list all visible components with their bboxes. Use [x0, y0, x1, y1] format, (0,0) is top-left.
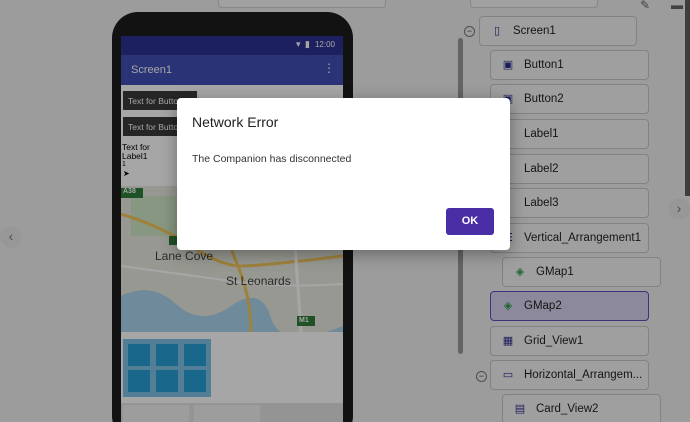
- ok-button[interactable]: OK: [446, 208, 494, 235]
- network-error-dialog: Network Error The Companion has disconne…: [177, 98, 510, 250]
- dialog-message: The Companion has disconnected: [192, 153, 352, 165]
- dialog-title: Network Error: [192, 114, 279, 130]
